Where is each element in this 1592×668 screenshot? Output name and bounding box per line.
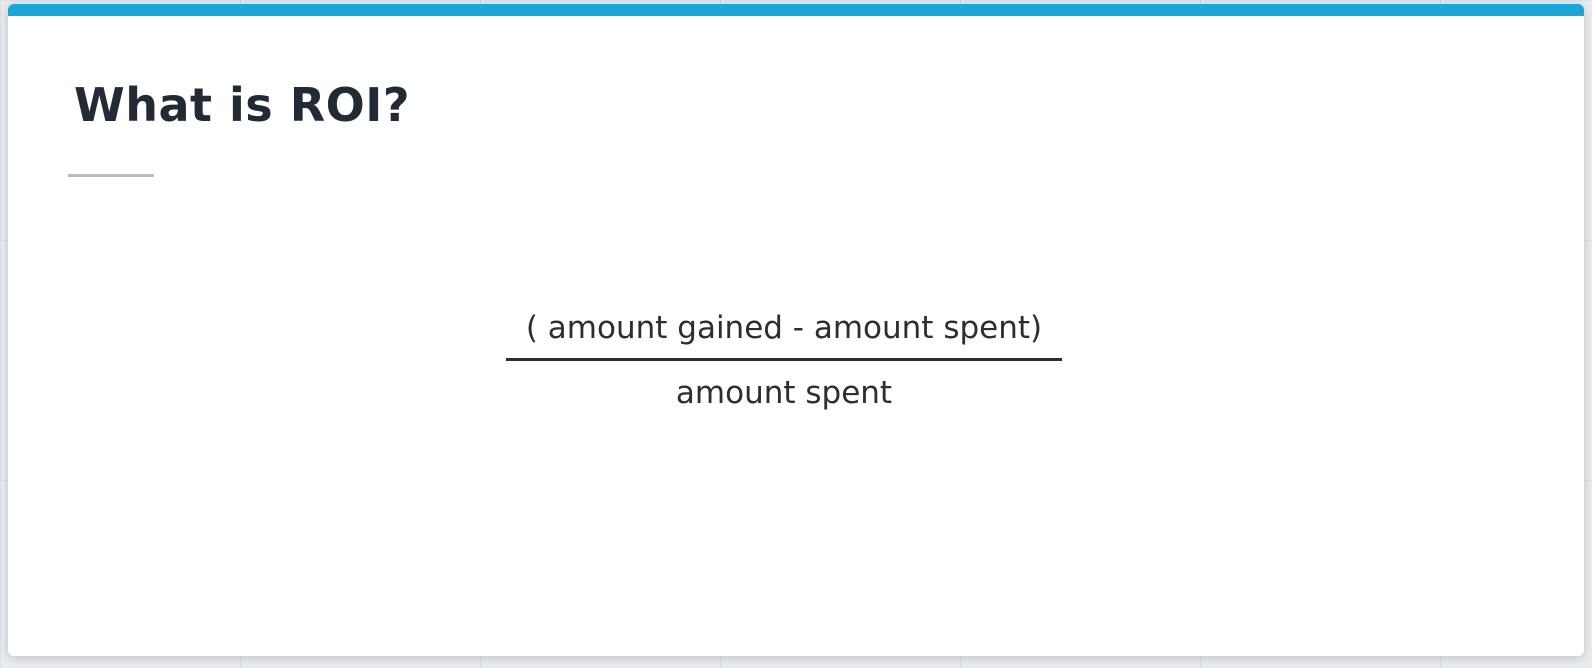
roi-formula: ( amount gained - amount spent) amount s… (506, 300, 1062, 419)
title-underline (68, 174, 154, 177)
formula-numerator: ( amount gained - amount spent) (525, 310, 1043, 346)
formula-denominator: amount spent (675, 375, 893, 411)
card-accent-bar (8, 4, 1584, 16)
slide-title: What is ROI? (74, 78, 411, 132)
slide-card: What is ROI? ( amount gained - amount sp… (8, 4, 1584, 656)
fraction-bar (506, 358, 1062, 361)
